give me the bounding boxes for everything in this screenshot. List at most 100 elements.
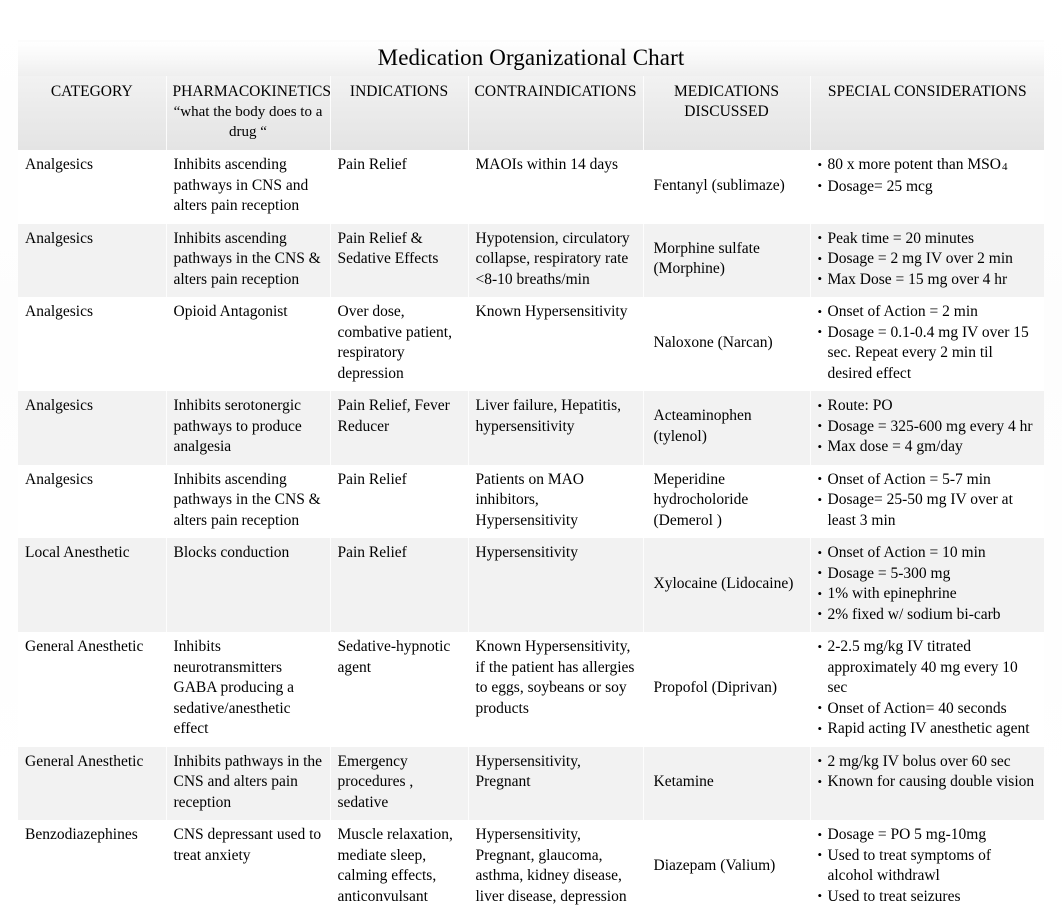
consideration-item: Dosage = 0.1-0.4 mg IV over 15 sec. Repe… bbox=[818, 322, 1038, 385]
column-header-category: CATEGORY bbox=[18, 76, 167, 150]
cell-category: Analgesics bbox=[18, 391, 167, 465]
cell-contraindications-text: Patients on MAO inhibitors, Hypersensiti… bbox=[475, 470, 585, 529]
consideration-item: Rapid acting IV anesthetic agent bbox=[818, 719, 1038, 740]
table-row: Analgesics Inhibits serotonergic pathways… bbox=[18, 391, 1044, 465]
cell-pharmacokinetics-text: Blocks conduction bbox=[173, 544, 290, 561]
cell-category-text: Analgesics bbox=[25, 397, 94, 414]
cell-medication: Naloxone (Narcan) bbox=[643, 297, 811, 391]
column-header-indications: INDICATIONS bbox=[330, 76, 469, 150]
cell-considerations: Route: PODosage = 325-600 mg every 4 hrM… bbox=[810, 391, 1044, 465]
cell-considerations: 2 mg/kg IV bolus over 60 secKnown for ca… bbox=[810, 746, 1044, 820]
table-row: Analgesics Inhibits ascending pathways in… bbox=[18, 150, 1044, 224]
cell-considerations: 2-2.5 mg/kg IV titrated approximately 40… bbox=[810, 632, 1044, 747]
cell-contraindications: Liver failure, Hepatitis, hypersensitivi… bbox=[468, 391, 644, 465]
consideration-item: 2% fixed w/ sodium bi-carb bbox=[818, 604, 1038, 626]
considerations-list: Route: PODosage = 325-600 mg every 4 hrM… bbox=[818, 396, 1038, 458]
cell-contraindications: Known Hypersensitivity bbox=[468, 297, 644, 391]
cell-contraindications-text: Liver failure, Hepatitis, hypersensitivi… bbox=[475, 397, 621, 435]
column-header-pharmacokinetics: PHARMACOKINETICS “what the body does to … bbox=[166, 76, 331, 150]
cell-pharmacokinetics: Inhibits serotonergic pathways to produc… bbox=[166, 391, 331, 465]
consideration-item: Dosage = PO 5 mg-10mg bbox=[818, 825, 1038, 846]
cell-indications: Pain Relief, Fever Reducer bbox=[330, 391, 469, 465]
cell-pharmacokinetics-text: Inhibits ascending pathways in CNS and a… bbox=[173, 156, 309, 214]
consideration-item: Used to treat seizures bbox=[818, 886, 1038, 908]
cell-indications: Sedative-hypnotic agent bbox=[330, 632, 469, 747]
cell-contraindications-text: Hypotension, circulatory collapse, respi… bbox=[475, 229, 630, 288]
cell-medication: Propofol (Diprivan) bbox=[643, 632, 811, 747]
cell-contraindications: Hypotension, circulatory collapse, respi… bbox=[468, 223, 644, 297]
cell-category: Analgesics bbox=[18, 464, 167, 538]
cell-contraindications-text: Known Hypersensitivity, if the patient h… bbox=[475, 638, 635, 717]
cell-indications: Pain Relief & Sedative Effects bbox=[330, 223, 469, 297]
cell-medication-text: Fentanyl (sublimaze) bbox=[653, 176, 785, 194]
cell-indications: Pain Relief bbox=[330, 150, 469, 224]
cell-pharmacokinetics-text: Inhibits pathways in the CNS and alters … bbox=[173, 752, 323, 811]
cell-category-text: Analgesics bbox=[25, 229, 94, 247]
consideration-item: Dosage = 2 mg IV over 2 min bbox=[818, 249, 1038, 270]
cell-medication: Diazepam (Valium) bbox=[643, 820, 811, 914]
considerations-list: 80 x more potent than MSO4Dosage= 25 mcg bbox=[818, 155, 1038, 197]
cell-considerations: Onset of Action = 10 minDosage = 5-300 m… bbox=[810, 538, 1044, 632]
cell-category: General Anesthetic bbox=[18, 746, 167, 820]
cell-medication: Fentanyl (sublimaze) bbox=[643, 150, 811, 224]
table-row: Analgesics Inhibits ascending pathways in… bbox=[18, 464, 1044, 538]
cell-considerations: Onset of Action = 5-7 minDosage= 25-50 m… bbox=[810, 464, 1044, 538]
column-header-medications-discussed-label: MEDICATIONS DISCUSSED bbox=[673, 83, 780, 120]
cell-category: Analgesics bbox=[18, 297, 167, 391]
consideration-item: Route: PO bbox=[818, 396, 1038, 417]
cell-category: Local Anesthetic bbox=[18, 538, 167, 632]
cell-category-text: Analgesics bbox=[25, 156, 94, 173]
cell-category-text: Analgesics bbox=[25, 303, 94, 320]
consideration-item: Max Dose = 15 mg over 4 hr bbox=[818, 269, 1038, 291]
cell-indications: Pain Relief bbox=[330, 464, 469, 538]
cell-indications: Emergency procedures , sedative bbox=[330, 746, 469, 820]
cell-contraindications: Hypersensitivity bbox=[468, 538, 644, 632]
considerations-list: Dosage = PO 5 mg-10mgUsed to treat sympt… bbox=[818, 825, 1038, 907]
table-row: Benzodiazephines CNS depressant used to t… bbox=[18, 820, 1044, 914]
consideration-item: 2 mg/kg IV bolus over 60 sec bbox=[818, 751, 1038, 773]
cell-category: General Anesthetic bbox=[18, 632, 167, 747]
cell-medication-text: Acteaminophen (tylenol) bbox=[653, 407, 752, 445]
cell-pharmacokinetics: Inhibits neurotransmitters GABA producin… bbox=[166, 632, 331, 747]
cell-pharmacokinetics: Opioid Antagonist bbox=[166, 297, 331, 391]
cell-pharmacokinetics-text: Inhibits serotonergic pathways to produc… bbox=[173, 397, 302, 455]
medication-table: CATEGORY PHARMACOKINETICS “what the body… bbox=[18, 76, 1044, 914]
cell-contraindications-text: Known Hypersensitivity bbox=[475, 303, 628, 320]
cell-indications: Over dose, combative patient, respirator… bbox=[330, 297, 469, 391]
consideration-item: Max dose = 4 gm/day bbox=[818, 437, 1038, 458]
cell-category-text: Local Anesthetic bbox=[25, 544, 130, 561]
cell-category-text: Benzodiazephines bbox=[25, 826, 138, 843]
cell-pharmacokinetics-text: Inhibits ascending pathways in the CNS &… bbox=[173, 229, 321, 288]
cell-pharmacokinetics-text: CNS depressant used to treat anxiety bbox=[173, 826, 322, 864]
table-body: Analgesics Inhibits ascending pathways in… bbox=[18, 150, 1044, 914]
consideration-item: Dosage= 25-50 mg IV over at least 3 min bbox=[818, 490, 1038, 531]
table-row: Analgesics Opioid Antagonist Over dose, co… bbox=[18, 297, 1044, 391]
cell-contraindications: MAOIs within 14 days bbox=[468, 150, 644, 224]
consideration-item: 1% with epinephrine bbox=[818, 584, 1038, 605]
considerations-list: 2 mg/kg IV bolus over 60 secKnown for ca… bbox=[818, 751, 1038, 793]
cell-category-text: Analgesics bbox=[25, 470, 94, 488]
column-header-pharmacokinetics-sublabel: “what the body does to a drug “ bbox=[173, 104, 323, 140]
table-header-row: CATEGORY PHARMACOKINETICS “what the body… bbox=[18, 76, 1044, 150]
table-row: General Anesthetic Inhibits pathways in t… bbox=[18, 746, 1044, 820]
table-row: Local Anesthetic Blocks conduction Pain Re… bbox=[18, 538, 1044, 632]
cell-category: Benzodiazephines bbox=[18, 820, 167, 914]
table-row: Analgesics Inhibits ascending pathways in… bbox=[18, 223, 1044, 297]
cell-pharmacokinetics: CNS depressant used to treat anxiety bbox=[166, 820, 331, 914]
considerations-list: Onset of Action = 10 minDosage = 5-300 m… bbox=[818, 543, 1038, 625]
cell-medication-text: Morphine sulfate (Morphine) bbox=[653, 239, 760, 278]
considerations-list: Onset of Action = 2 min Dosage = 0.1-0.4… bbox=[818, 302, 1038, 384]
cell-considerations: Peak time = 20 minutesDosage = 2 mg IV o… bbox=[810, 223, 1044, 297]
cell-indications-text: Over dose, combative patient, respirator… bbox=[337, 303, 453, 382]
cell-indications-text: Emergency procedures , sedative bbox=[337, 752, 414, 811]
cell-indications-text: Pain Relief & Sedative Effects bbox=[337, 229, 439, 268]
column-header-special-considerations-label: SPECIAL CONSIDERATIONS bbox=[827, 83, 1027, 100]
cell-contraindications-text: MAOIs within 14 days bbox=[475, 156, 619, 173]
consideration-item: Dosage= 25 mcg bbox=[818, 176, 1038, 198]
consideration-item: Used to treat symptoms of alcohol withdr… bbox=[818, 845, 1038, 887]
cell-considerations: 80 x more potent than MSO4Dosage= 25 mcg bbox=[810, 150, 1044, 224]
consideration-item: Onset of Action = 2 min bbox=[818, 302, 1038, 323]
column-header-medications-discussed: MEDICATIONS DISCUSSED bbox=[643, 76, 811, 150]
considerations-list: Peak time = 20 minutesDosage = 2 mg IV o… bbox=[818, 228, 1038, 291]
cell-medication: Xylocaine (Lidocaine) bbox=[643, 538, 811, 632]
